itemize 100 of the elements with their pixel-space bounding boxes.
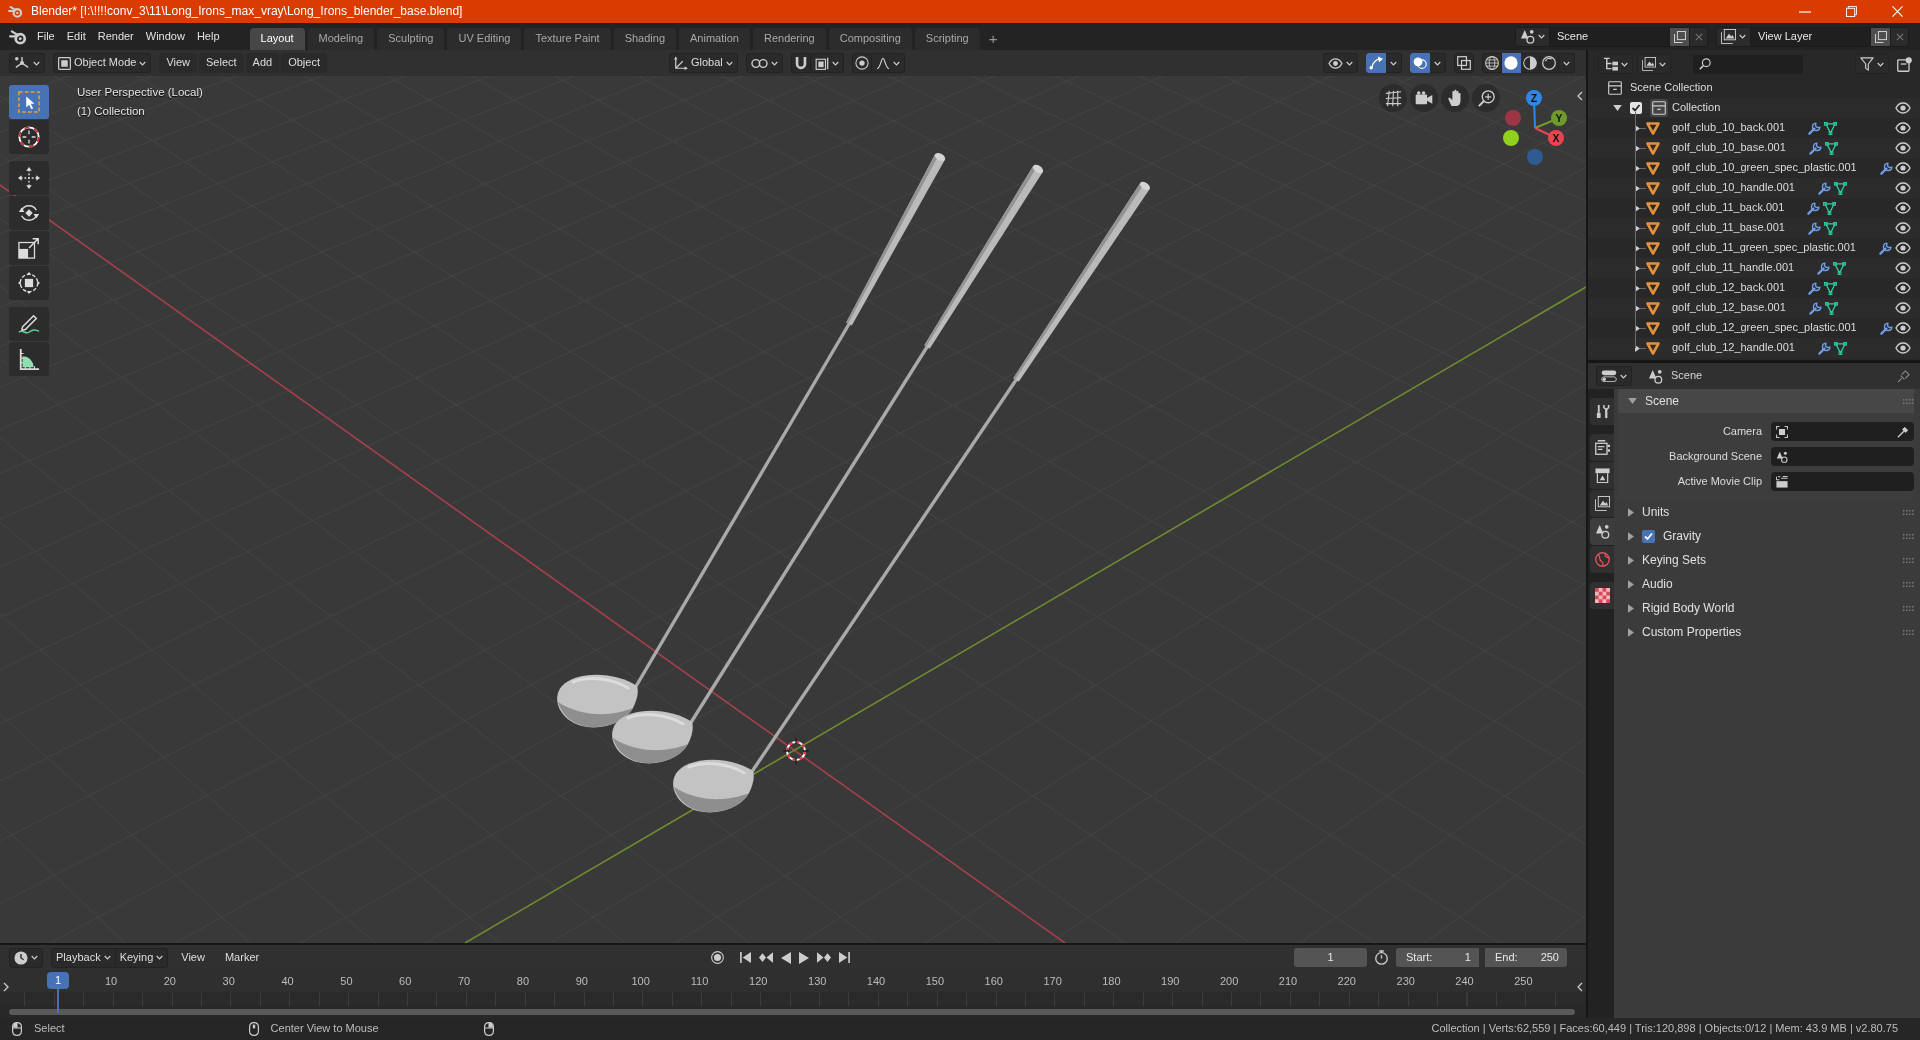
workspace-tab[interactable]: Rendering: [752, 28, 826, 50]
proportional-editing-toggle[interactable]: [851, 53, 872, 73]
outliner-row[interactable]: golf_club_12_green_spec_plastic.001: [1588, 318, 1920, 338]
triangle-icon[interactable]: [1646, 201, 1660, 215]
workspace-tab[interactable]: Shading: [613, 28, 677, 50]
outliner-row[interactable]: golf_club_11_back.001: [1588, 198, 1920, 218]
workspace-tab[interactable]: Modeling: [307, 28, 375, 50]
view-layer-name-field[interactable]: View Layer: [1751, 26, 1871, 47]
wrench-icon[interactable]: [1817, 261, 1831, 275]
outliner-row[interactable]: golf_club_12_back.001: [1588, 278, 1920, 298]
triangle-icon[interactable]: [1646, 341, 1660, 355]
expand-arrow-icon[interactable]: [1635, 224, 1640, 232]
background-scene-field[interactable]: [1771, 447, 1914, 466]
outliner-row[interactable]: Collection: [1588, 98, 1920, 118]
timeline-scrollbar[interactable]: [9, 1009, 1575, 1015]
remove-scene-button[interactable]: [1690, 26, 1708, 47]
pin-icon[interactable]: [1897, 369, 1910, 383]
properties-tab[interactable]: [1590, 490, 1614, 517]
eyedropper-icon[interactable]: [1897, 425, 1909, 438]
mesh-triangle-icon[interactable]: [1824, 141, 1838, 155]
eye-icon[interactable]: [1895, 202, 1911, 214]
drag-handle-icon[interactable]: [1903, 629, 1914, 635]
scene-browse-dropdown[interactable]: [1515, 26, 1550, 47]
editor-type-dropdown[interactable]: [1598, 54, 1633, 74]
xray-toggle[interactable]: [1454, 53, 1474, 73]
filter-dropdown[interactable]: [1855, 54, 1889, 74]
pan-view-button[interactable]: [1441, 84, 1469, 112]
triangle-icon[interactable]: [1646, 321, 1660, 335]
expand-arrow-icon[interactable]: [1635, 244, 1640, 252]
eye-icon[interactable]: [1895, 342, 1911, 354]
triangle-icon[interactable]: [1646, 181, 1660, 195]
menu-item[interactable]: View: [174, 947, 212, 968]
mesh-triangle-icon[interactable]: [1823, 201, 1837, 215]
editor-type-dropdown[interactable]: [1596, 366, 1632, 386]
visibility-dropdown[interactable]: [1323, 53, 1358, 73]
triangle-icon[interactable]: [1646, 121, 1660, 135]
current-frame-badge[interactable]: 1: [47, 972, 69, 989]
drag-handle-icon[interactable]: [1903, 533, 1914, 539]
workspace-tab[interactable]: Compositing: [828, 28, 912, 50]
wrench-icon[interactable]: [1807, 221, 1821, 235]
gizmo-toggle[interactable]: [1366, 53, 1386, 73]
mesh-triangle-icon[interactable]: [1823, 221, 1837, 235]
menu-item[interactable]: File: [31, 26, 61, 47]
menu-item[interactable]: Marker: [217, 947, 267, 968]
falloff-dropdown[interactable]: [871, 53, 905, 73]
expand-arrow-icon[interactable]: [1635, 264, 1640, 272]
mesh-triangle-icon[interactable]: [1824, 281, 1838, 295]
snap-toggle[interactable]: [790, 53, 811, 73]
eye-icon[interactable]: [1895, 142, 1911, 154]
wrench-icon[interactable]: [1817, 341, 1831, 355]
drag-handle-icon[interactable]: [1903, 581, 1914, 587]
expand-arrow-icon[interactable]: [1635, 184, 1640, 192]
shading-mode-button[interactable]: [1540, 53, 1559, 73]
wrench-icon[interactable]: [1878, 241, 1892, 255]
shading-options-dropdown[interactable]: [1559, 53, 1575, 73]
pivot-point-dropdown[interactable]: [745, 53, 783, 73]
triangle-icon[interactable]: [1646, 221, 1660, 235]
start-frame-field[interactable]: Start: 1: [1396, 948, 1479, 967]
wrench-icon[interactable]: [1808, 281, 1822, 295]
axis-handle[interactable]: Y: [1534, 110, 1567, 129]
app-logo-icon[interactable]: [9, 28, 27, 45]
axis-handle[interactable]: [1505, 110, 1521, 126]
outliner-row[interactable]: golf_club_12_handle.001: [1588, 338, 1920, 358]
outliner-row[interactable]: golf_club_12_base.001: [1588, 298, 1920, 318]
expand-arrow-icon[interactable]: [1613, 105, 1622, 111]
shading-mode-button[interactable]: [1482, 53, 1502, 73]
zoom-view-button[interactable]: [1472, 84, 1500, 112]
previous-keyframe-icon[interactable]: [758, 952, 773, 963]
chevron-icon[interactable]: [1577, 91, 1583, 101]
add-workspace-button[interactable]: +: [982, 28, 1004, 50]
checkbox[interactable]: [1642, 529, 1655, 543]
axis-handle[interactable]: X: [1534, 127, 1564, 146]
menu-item[interactable]: Help: [190, 26, 226, 47]
outliner-row[interactable]: golf_club_10_green_spec_plastic.001: [1588, 158, 1920, 178]
menu-item[interactable]: Add: [245, 53, 280, 73]
record-icon[interactable]: [710, 951, 724, 964]
search-field[interactable]: [1693, 54, 1803, 74]
eye-icon[interactable]: [1895, 262, 1911, 274]
overlays-toggle[interactable]: [1410, 53, 1430, 73]
tool-button[interactable]: [9, 161, 49, 195]
view-layer-browse-dropdown[interactable]: [1716, 26, 1751, 47]
axis-handle[interactable]: [1527, 149, 1543, 165]
properties-tab[interactable]: [1590, 434, 1614, 461]
eye-icon[interactable]: [1895, 182, 1911, 194]
mode-dropdown[interactable]: Object Mode: [53, 53, 152, 73]
tool-button[interactable]: [9, 342, 49, 376]
stopwatch-icon[interactable]: [1375, 950, 1388, 965]
expand-arrow-icon[interactable]: [1635, 284, 1640, 292]
jump-to-end-icon[interactable]: [838, 952, 850, 963]
triangle-icon[interactable]: [1646, 161, 1660, 175]
scene-name-field[interactable]: Scene: [1550, 26, 1670, 47]
outliner-row[interactable]: golf_club_10_handle.001: [1588, 178, 1920, 198]
eye-icon[interactable]: [1895, 122, 1911, 134]
camera-field[interactable]: [1771, 422, 1914, 441]
mesh-triangle-icon[interactable]: [1833, 261, 1847, 275]
outliner-row[interactable]: golf_club_11_green_spec_plastic.001: [1588, 238, 1920, 258]
properties-tab[interactable]: [1590, 582, 1614, 609]
triangle-icon[interactable]: [1646, 301, 1660, 315]
expand-arrow-icon[interactable]: [1635, 164, 1640, 172]
mesh-triangle-icon[interactable]: [1833, 181, 1847, 195]
